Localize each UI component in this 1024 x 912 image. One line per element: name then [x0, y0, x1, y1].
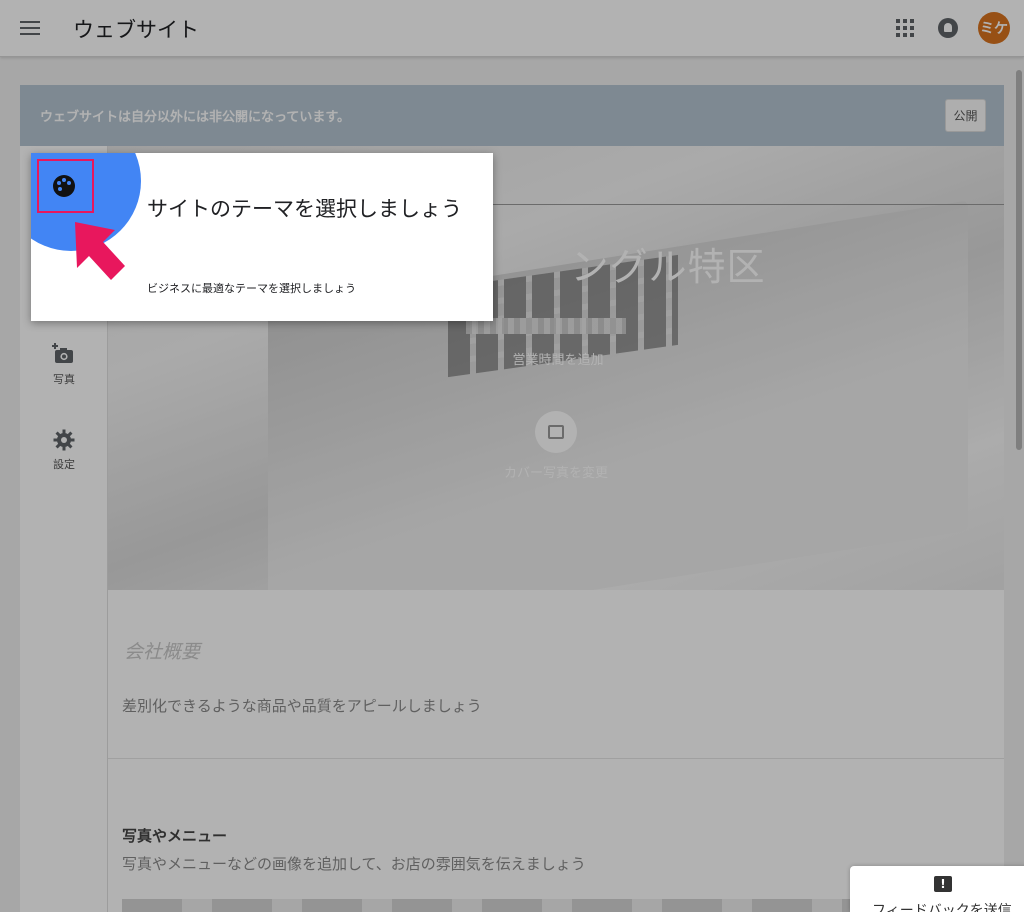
tour-overlay	[0, 0, 1024, 912]
tour-description: ビジネスに最適なテーマを選択しましょう	[147, 282, 356, 295]
feedback-button[interactable]: ! フィードバックを送信	[850, 866, 1024, 912]
feedback-label: フィードバックを送信	[872, 903, 1012, 912]
tour-title: サイトのテーマを選択しましょう	[147, 197, 462, 221]
feedback-icon: !	[934, 876, 952, 892]
pointer-arrow-icon	[75, 222, 125, 280]
highlight-box	[37, 159, 94, 213]
